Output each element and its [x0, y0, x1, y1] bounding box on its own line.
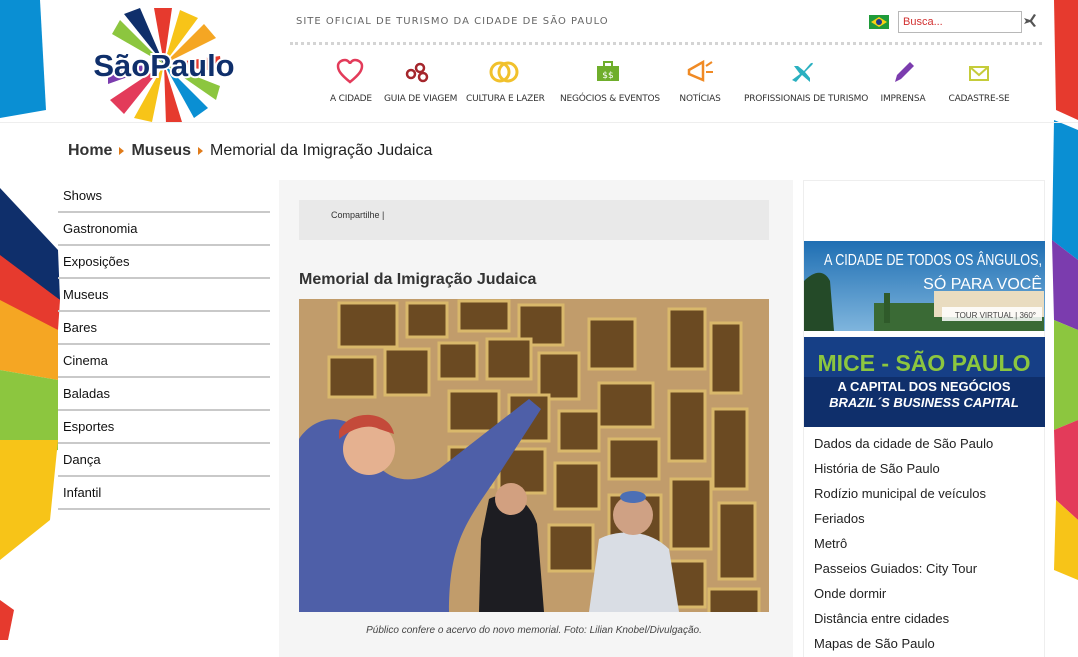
heart-icon: [336, 58, 364, 84]
city-info-links: Dados da cidade de São Paulo História de…: [814, 435, 993, 657]
mice-banner[interactable]: MICE - SÃO PAULO A CAPITAL DOS NEGÓCIOS …: [804, 337, 1045, 427]
banner2-line3: BRAZIL´S BUSINESS CAPITAL: [829, 395, 1019, 410]
sidebar-item-baladas[interactable]: Baladas: [58, 378, 270, 411]
megaphone-icon: [687, 59, 713, 82]
link-historia[interactable]: História de São Paulo: [814, 460, 993, 485]
map-dots-icon: [405, 62, 429, 83]
sidebar-item-danca[interactable]: Dança: [58, 444, 270, 477]
share-bar: Compartilhe |: [299, 200, 769, 240]
link-mapas[interactable]: Mapas de São Paulo: [814, 635, 993, 657]
search-input[interactable]: [898, 11, 1022, 33]
sidebar-item-infantil[interactable]: Infantil: [58, 477, 270, 510]
nav-label: GUIA DE VIAGEM: [384, 94, 458, 104]
plane-icon: [792, 62, 813, 82]
sidebar-item-shows[interactable]: Shows: [58, 180, 270, 213]
site-tagline: SITE OFICIAL DE TURISMO DA CIDADE DE SÃO…: [296, 16, 609, 27]
breadcrumb-home[interactable]: Home: [68, 142, 112, 160]
breadcrumb: Home Museus Memorial da Imigração Judaic…: [68, 142, 432, 160]
banner1-line1: A CIDADE DE TODOS OS ÂNGULOS,: [824, 250, 1042, 269]
sidebar-item-esportes[interactable]: Esportes: [58, 411, 270, 444]
nav-negocios-eventos[interactable]: $$ NEGÓCIOS & EVENTOS: [560, 58, 660, 104]
sidebar-item-gastronomia[interactable]: Gastronomia: [58, 213, 270, 246]
photo-caption: Público confere o acervo do novo memoria…: [366, 625, 702, 636]
briefcase-icon: $$: [597, 61, 619, 81]
sao-paulo-logo[interactable]: SãoPaulo: [86, 6, 242, 122]
pen-icon: [895, 62, 914, 82]
nav-label: NEGÓCIOS & EVENTOS: [560, 94, 660, 104]
link-rodizio[interactable]: Rodízio municipal de veículos: [814, 485, 993, 510]
main-content: Compartilhe | Memorial da Imigração Juda…: [279, 180, 793, 657]
sidebar-item-exposicoes[interactable]: Exposições: [58, 246, 270, 279]
breadcrumb-arrow-icon: [119, 147, 125, 155]
share-label[interactable]: Compartilhe |: [331, 210, 384, 220]
page: SãoPaulo SITE OFICIAL DE TURISMO DA CIDA…: [0, 0, 1078, 657]
banner1-line2: SÓ PARA VOCÊ: [923, 274, 1042, 293]
rings-icon: [489, 61, 519, 83]
nav-cultura-e-lazer[interactable]: CULTURA E LAZER: [466, 58, 545, 104]
header-dotted-divider: [290, 42, 1042, 45]
nav-guia-de-viagem[interactable]: GUIA DE VIAGEM: [384, 58, 458, 104]
nav-profissionais-de-turismo[interactable]: PROFISSIONAIS DE TURISMO: [744, 58, 869, 104]
category-sidebar: Shows Gastronomia Exposições Museus Bare…: [58, 180, 270, 510]
nav-label: NOTÍCIAS: [679, 94, 721, 104]
sidebar-item-cinema[interactable]: Cinema: [58, 345, 270, 378]
banner1-badge: TOUR VIRTUAL | 360°: [955, 311, 1036, 320]
nav-a-cidade[interactable]: A CIDADE: [330, 58, 372, 104]
breadcrumb-current: Memorial da Imigração Judaica: [210, 142, 433, 159]
main-nav: A CIDADE GUIA DE VIAGEM CULTURA E LAZER …: [320, 58, 1040, 118]
link-distancia[interactable]: Distância entre cidades: [814, 610, 993, 635]
breadcrumb-museus[interactable]: Museus: [131, 142, 191, 160]
left-decoration: [0, 0, 60, 640]
brazil-flag-icon[interactable]: [869, 15, 889, 29]
article-title: Memorial da Imigração Judaica: [299, 271, 537, 288]
sidebar-item-bares[interactable]: Bares: [58, 312, 270, 345]
banner2-line1: MICE - SÃO PAULO: [818, 349, 1031, 376]
link-passeios-guiados[interactable]: Passeios Guiados: City Tour: [814, 560, 993, 585]
breadcrumb-arrow-icon: [198, 147, 204, 155]
nav-label: PROFISSIONAIS DE TURISMO: [744, 94, 869, 104]
logo-text: SãoPaulo: [93, 48, 234, 83]
svg-text:$$: $$: [602, 71, 613, 81]
nav-label: CADASTRE-SE: [948, 94, 1010, 104]
nav-cadastre-se[interactable]: CADASTRE-SE: [948, 58, 1010, 104]
nav-noticias[interactable]: NOTÍCIAS: [676, 58, 724, 104]
nav-label: IMPRENSA: [880, 94, 926, 104]
link-dados-da-cidade[interactable]: Dados da cidade de São Paulo: [814, 435, 993, 460]
right-column: A CIDADE DE TODOS OS ÂNGULOS, SÓ PARA VO…: [803, 180, 1045, 657]
header-divider: [0, 122, 1078, 123]
sidebar-item-museus[interactable]: Museus: [58, 279, 270, 312]
link-feriados[interactable]: Feriados: [814, 510, 993, 535]
nav-label: A CIDADE: [330, 94, 372, 104]
right-decoration: [1052, 0, 1078, 580]
search-go-icon[interactable]: [1024, 14, 1036, 28]
nav-imprensa[interactable]: IMPRENSA: [878, 58, 928, 104]
virtual-tour-banner[interactable]: A CIDADE DE TODOS OS ÂNGULOS, SÓ PARA VO…: [804, 241, 1045, 331]
nav-label: CULTURA E LAZER: [466, 94, 545, 104]
link-onde-dormir[interactable]: Onde dormir: [814, 585, 993, 610]
memorial-photo: [299, 299, 769, 612]
banner2-line2: A CAPITAL DOS NEGÓCIOS: [837, 379, 1010, 394]
link-metro[interactable]: Metrô: [814, 535, 993, 560]
envelope-icon: [969, 66, 989, 81]
